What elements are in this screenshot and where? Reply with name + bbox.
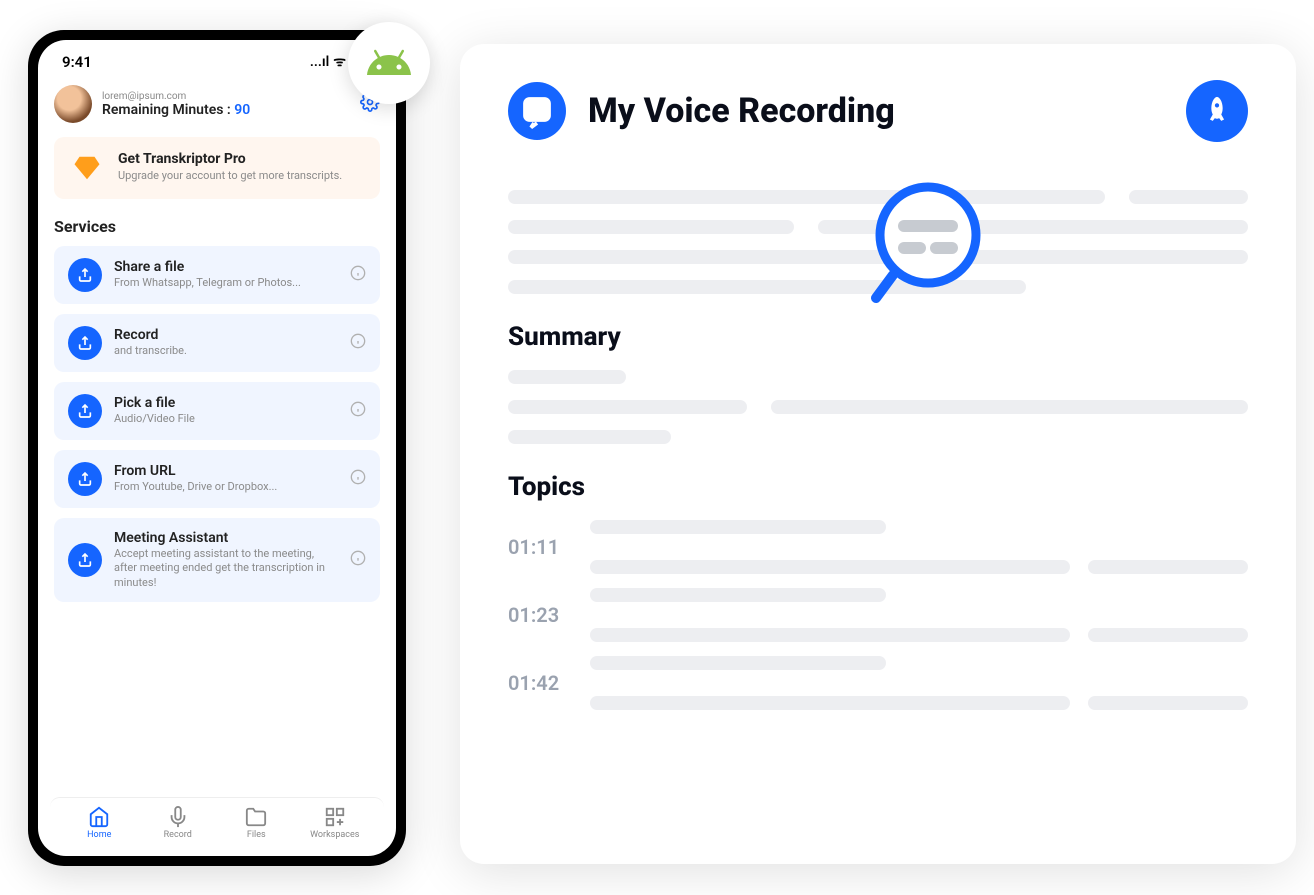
service-item[interactable]: From URL From Youtube, Drive or Dropbox.… [54, 450, 380, 508]
diamond-icon [70, 151, 104, 185]
user-row: lorem@ipsum.com Remaining Minutes : 90 [54, 85, 380, 123]
topics-heading: Topics [508, 472, 1248, 502]
service-item[interactable]: Share a file From Whatsapp, Telegram or … [54, 246, 380, 304]
nav-label: Record [164, 830, 192, 840]
info-icon[interactable] [350, 550, 366, 570]
info-icon[interactable] [350, 265, 366, 285]
nav-label: Files [247, 830, 266, 840]
service-item[interactable]: Record and transcribe. [54, 314, 380, 372]
upload-icon [68, 326, 102, 360]
transcript-placeholder [508, 190, 1248, 294]
topic-row[interactable]: 01:42 [508, 656, 1248, 710]
user-email: lorem@ipsum.com [102, 91, 350, 102]
summary-heading: Summary [508, 322, 1248, 352]
nav-record[interactable]: Record [139, 806, 218, 840]
nav-home[interactable]: Home [60, 806, 139, 840]
pro-card[interactable]: Get Transkriptor Pro Upgrade your accoun… [54, 137, 380, 199]
home-icon [88, 806, 110, 828]
wifi-icon: ᯤ [333, 52, 346, 71]
card-title: My Voice Recording [588, 91, 1164, 131]
nav-label: Workspaces [310, 830, 359, 840]
service-title: Share a file [114, 259, 338, 275]
status-bar: 9:41 ...ıl ᯤ [38, 40, 396, 75]
service-subtitle: and transcribe. [114, 344, 338, 358]
pro-title: Get Transkriptor Pro [118, 151, 342, 167]
topic-timestamp: 01:42 [508, 671, 570, 695]
upload-icon [68, 258, 102, 292]
topic-content-placeholder [590, 656, 1248, 710]
phone-content: lorem@ipsum.com Remaining Minutes : 90 G… [38, 75, 396, 797]
topic-timestamp: 01:23 [508, 603, 570, 627]
signal-icon: ...ıl [310, 54, 329, 70]
topic-row[interactable]: 01:23 [508, 588, 1248, 642]
rocket-icon [1200, 94, 1234, 128]
app-logo: T [508, 82, 566, 140]
avatar[interactable] [54, 85, 92, 123]
grid-icon [324, 806, 346, 828]
service-subtitle: From Whatsapp, Telegram or Photos... [114, 276, 338, 290]
topic-timestamp: 01:11 [508, 535, 570, 559]
service-title: Record [114, 327, 338, 343]
topic-row[interactable]: 01:11 [508, 520, 1248, 574]
android-badge [348, 22, 430, 104]
recording-card: T My Voice Recording Summary Topics 01:1… [460, 44, 1296, 864]
nav-files[interactable]: Files [217, 806, 296, 840]
info-icon[interactable] [350, 333, 366, 353]
topic-content-placeholder [590, 588, 1248, 642]
service-item[interactable]: Pick a file Audio/Video File [54, 382, 380, 440]
service-title: From URL [114, 463, 338, 479]
phone-mockup: 9:41 ...ıl ᯤ lorem@ipsum.com Remaining M… [28, 30, 406, 866]
svg-text:T: T [532, 102, 542, 120]
mic-icon [167, 806, 189, 828]
info-icon[interactable] [350, 401, 366, 421]
service-subtitle: Accept meeting assistant to the meeting,… [114, 547, 338, 590]
service-item[interactable]: Meeting Assistant Accept meeting assista… [54, 518, 380, 602]
folder-icon [245, 806, 267, 828]
bottom-nav: Home Record Files Workspaces [50, 797, 384, 850]
card-body: Summary Topics 01:11 01:23 01:42 [508, 190, 1248, 710]
rocket-button[interactable] [1186, 80, 1248, 142]
nav-label: Home [87, 830, 111, 840]
summary-placeholder [508, 370, 1248, 444]
services-heading: Services [54, 217, 380, 236]
remaining-minutes: Remaining Minutes : 90 [102, 102, 350, 118]
service-title: Pick a file [114, 395, 338, 411]
upload-icon [68, 394, 102, 428]
upload-icon [68, 462, 102, 496]
status-time: 9:41 [62, 53, 92, 71]
service-title: Meeting Assistant [114, 530, 338, 546]
service-subtitle: Audio/Video File [114, 412, 338, 426]
pro-subtitle: Upgrade your account to get more transcr… [118, 169, 342, 183]
card-header: T My Voice Recording [508, 80, 1248, 142]
phone-screen: 9:41 ...ıl ᯤ lorem@ipsum.com Remaining M… [38, 40, 396, 856]
upload-icon [68, 543, 102, 577]
topic-content-placeholder [590, 520, 1248, 574]
nav-workspaces[interactable]: Workspaces [296, 806, 375, 840]
info-icon[interactable] [350, 469, 366, 489]
magnifier-icon [868, 180, 988, 314]
android-icon [365, 39, 413, 87]
service-subtitle: From Youtube, Drive or Dropbox... [114, 480, 338, 494]
